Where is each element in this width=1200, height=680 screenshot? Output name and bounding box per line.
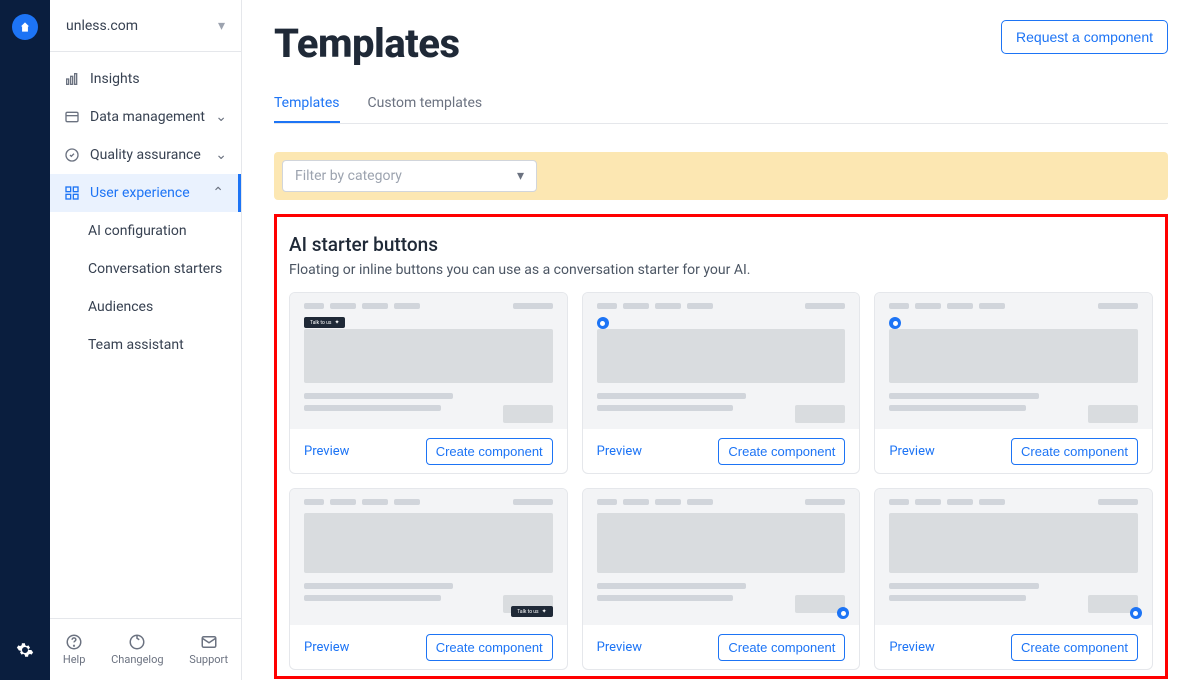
filter-bar: Filter by category ▾ <box>274 152 1168 200</box>
chat-bubble-icon <box>889 317 901 329</box>
caret-down-icon: ▾ <box>218 18 225 34</box>
app-logo[interactable] <box>12 14 38 40</box>
preview-link[interactable]: Preview <box>889 444 934 459</box>
preview-link[interactable]: Preview <box>304 444 349 459</box>
section-title: AI starter buttons <box>289 233 1153 256</box>
sidebar-item-team-assistant[interactable]: Team assistant <box>50 326 241 364</box>
template-card: Talk to us Preview Create component <box>289 488 568 670</box>
template-thumbnail <box>875 489 1152 625</box>
org-name: unless.com <box>66 18 138 34</box>
chat-bubble-icon <box>597 317 609 329</box>
sidebar-item-audiences[interactable]: Audiences <box>50 288 241 326</box>
template-card: Preview Create component <box>582 292 861 474</box>
template-card: Preview Create component <box>874 292 1153 474</box>
sidebar-item-user-experience[interactable]: User experience ⌃ <box>50 174 241 212</box>
create-component-button[interactable]: Create component <box>426 438 553 465</box>
create-component-button[interactable]: Create component <box>718 438 845 465</box>
category-filter-select[interactable]: Filter by category ▾ <box>282 160 537 192</box>
sidebar-item-conversation-starters[interactable]: Conversation starters <box>50 250 241 288</box>
caret-down-icon: ▾ <box>517 168 524 184</box>
template-card: Talk to us Preview Create component <box>289 292 568 474</box>
sidebar-item-quality-assurance[interactable]: Quality assurance ⌄ <box>50 136 241 174</box>
template-thumbnail <box>875 293 1152 429</box>
template-card: Preview Create component <box>582 488 861 670</box>
chat-bubble-icon <box>1130 607 1142 619</box>
page-title: Templates <box>274 20 460 67</box>
preview-link[interactable]: Preview <box>889 640 934 655</box>
create-component-button[interactable]: Create component <box>426 634 553 661</box>
chevron-up-icon: ⌃ <box>212 185 224 201</box>
create-component-button[interactable]: Create component <box>718 634 845 661</box>
preview-link[interactable]: Preview <box>304 640 349 655</box>
template-thumbnail <box>583 293 860 429</box>
settings-icon[interactable] <box>15 640 35 660</box>
help-button[interactable]: Help <box>63 633 86 666</box>
tab-custom-templates[interactable]: Custom templates <box>368 85 483 123</box>
create-component-button[interactable]: Create component <box>1011 438 1138 465</box>
section-description: Floating or inline buttons you can use a… <box>289 262 1153 278</box>
template-thumbnail: Talk to us <box>290 489 567 625</box>
support-button[interactable]: Support <box>189 633 228 666</box>
template-thumbnail: Talk to us <box>290 293 567 429</box>
chevron-down-icon: ⌄ <box>215 147 227 163</box>
create-component-button[interactable]: Create component <box>1011 634 1138 661</box>
request-component-button[interactable]: Request a component <box>1001 20 1168 54</box>
org-switcher[interactable]: unless.com ▾ <box>50 0 241 52</box>
sidebar-item-insights[interactable]: Insights <box>50 60 241 98</box>
preview-link[interactable]: Preview <box>597 640 642 655</box>
chat-pill-icon: Talk to us <box>511 606 552 617</box>
chat-bubble-icon <box>837 607 849 619</box>
sidebar-item-ai-configuration[interactable]: AI configuration <box>50 212 241 250</box>
changelog-button[interactable]: Changelog <box>111 633 163 666</box>
chat-pill-icon: Talk to us <box>304 317 345 328</box>
template-thumbnail <box>583 489 860 625</box>
template-card: Preview Create component <box>874 488 1153 670</box>
templates-section-highlight: AI starter buttons Floating or inline bu… <box>274 214 1168 679</box>
sidebar-item-data-management[interactable]: Data management ⌄ <box>50 98 241 136</box>
preview-link[interactable]: Preview <box>597 444 642 459</box>
tab-templates[interactable]: Templates <box>274 85 340 123</box>
chevron-down-icon: ⌄ <box>215 109 227 125</box>
